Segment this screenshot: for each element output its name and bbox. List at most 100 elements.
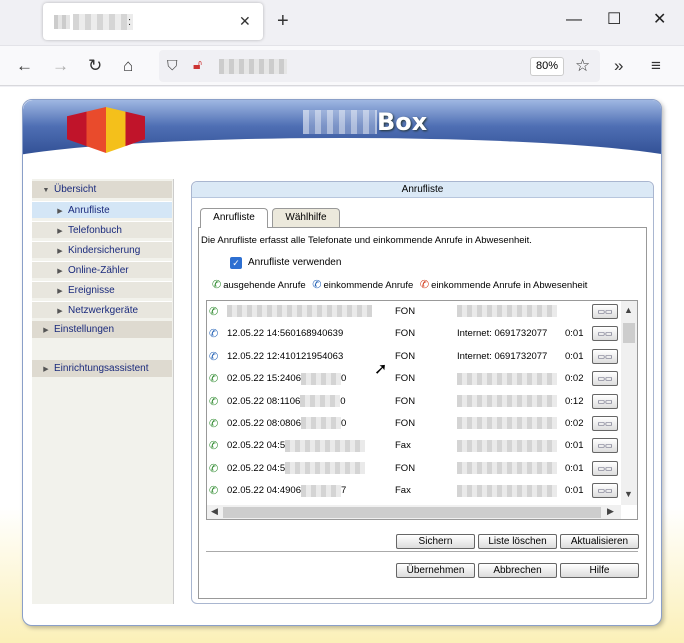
tab-favicon bbox=[54, 15, 70, 29]
scroll-thumb[interactable] bbox=[223, 507, 601, 518]
call-datetime: 02.05.22 04:4906 7 bbox=[227, 480, 346, 502]
call-device: Fax bbox=[395, 485, 411, 497]
close-tab-icon[interactable]: ✕ bbox=[239, 13, 251, 30]
outgoing-call-icon: ✆ bbox=[209, 306, 219, 318]
new-tab-icon[interactable]: + bbox=[277, 11, 289, 31]
phonebook-add-icon[interactable]: ▭▭ bbox=[592, 326, 618, 342]
phonebook-add-icon[interactable]: ▭▭ bbox=[592, 304, 618, 319]
apply-button[interactable]: Übernehmen bbox=[396, 563, 475, 578]
scroll-right-icon[interactable]: ▶ bbox=[607, 506, 614, 517]
call-list[interactable]: ✆ FON ▭▭ ✆ 12.05.22 14:560168940639 FON Intern… bbox=[206, 300, 638, 520]
redacted-extension bbox=[457, 462, 557, 475]
sidebar-item-kindersicherung[interactable]: ▶ Kindersicherung bbox=[32, 241, 172, 258]
call-extension: Internet: 0691732077 bbox=[457, 323, 547, 345]
scroll-up-icon[interactable]: ▲ bbox=[624, 305, 633, 315]
call-datetime-text: 12.05.22 12:41 bbox=[227, 350, 291, 362]
sidebar-item-anrufliste[interactable]: ▶ Anrufliste bbox=[32, 201, 172, 218]
overflow-icon[interactable]: » bbox=[614, 56, 623, 76]
sidebar-item-online-zaehler[interactable]: ▶ Online-Zähler bbox=[32, 261, 172, 278]
clear-list-button[interactable]: Liste löschen bbox=[478, 534, 557, 549]
sidebar-item-label: Kindersicherung bbox=[68, 245, 141, 256]
call-row[interactable]: ✆ 02.05.22 15:2406 0 FON 0:02 ▭▭ bbox=[207, 368, 620, 390]
call-duration: 0:01 bbox=[565, 485, 584, 497]
call-number-end: 0 bbox=[340, 418, 347, 429]
call-row[interactable]: ✆ 12.05.22 14:560168940639 FON Internet: 06… bbox=[207, 323, 620, 345]
scroll-down-icon[interactable]: ▼ bbox=[624, 489, 633, 499]
phonebook-add-icon[interactable]: ▭▭ bbox=[592, 393, 618, 409]
call-extension bbox=[457, 480, 557, 502]
call-row[interactable]: ✆ FON ▭▭ bbox=[207, 301, 620, 323]
sidebar-item-label: Telefonbuch bbox=[68, 225, 122, 236]
horizontal-scrollbar[interactable]: ◀ ▶ bbox=[207, 505, 621, 519]
sidebar-item-einstellungen[interactable]: ▶ Einstellungen bbox=[32, 321, 172, 338]
sidebar-item-label: Online-Zähler bbox=[68, 265, 129, 276]
outgoing-call-icon: ✆ bbox=[209, 418, 219, 430]
call-device: FON bbox=[395, 395, 416, 407]
redacted-extension bbox=[457, 305, 557, 318]
phonebook-add-icon[interactable]: ▭▭ bbox=[592, 460, 618, 476]
home-icon[interactable]: ⌂ bbox=[123, 56, 133, 76]
call-extension bbox=[457, 458, 557, 480]
redacted-extension bbox=[457, 372, 557, 385]
arrow-right-icon: ▶ bbox=[57, 208, 63, 215]
phonebook-add-icon[interactable]: ▭▭ bbox=[592, 371, 618, 387]
forward-icon[interactable]: → bbox=[52, 56, 69, 76]
browser-tab[interactable]: : ✕ bbox=[43, 3, 263, 40]
call-row[interactable]: ✆ 02.05.22 04:5 FON 0:01 ▭▭ bbox=[207, 458, 620, 480]
outgoing-call-icon: ✆ bbox=[209, 373, 219, 386]
brand-name-blurred bbox=[303, 110, 377, 134]
sidebar-item-ereignisse[interactable]: ▶ Ereignisse bbox=[32, 281, 172, 298]
help-button[interactable]: Hilfe bbox=[560, 563, 639, 578]
back-icon[interactable]: ← bbox=[16, 56, 33, 76]
call-row[interactable]: ✆ 02.05.22 04:4906 7 Fax 0:01 ▭▭ bbox=[207, 480, 620, 502]
call-list-panel: Anrufliste Anrufliste Wählhilfe Die Anru… bbox=[191, 181, 654, 604]
phonebook-add-icon[interactable]: ▭▭ bbox=[592, 438, 618, 454]
outgoing-call-icon: ✆ bbox=[212, 279, 222, 291]
redacted-extension bbox=[457, 417, 557, 430]
call-datetime-text: 02.05.22 08:11 bbox=[227, 395, 290, 407]
sidebar-item-uebersicht[interactable]: ▼ Übersicht bbox=[32, 181, 172, 198]
minimize-icon[interactable]: — bbox=[566, 10, 582, 30]
zoom-level[interactable]: 80% bbox=[530, 57, 564, 76]
call-row[interactable]: ✆ 02.05.22 08:0806 0 FON 0:02 ▭▭ bbox=[207, 413, 620, 435]
redacted-extension bbox=[457, 484, 557, 497]
outgoing-call-icon: ✆ bbox=[209, 485, 219, 498]
save-list-button[interactable]: Sichern bbox=[396, 534, 475, 549]
maximize-icon[interactable]: ☐ bbox=[607, 10, 621, 30]
sidebar-item-einrichtungsassistent[interactable]: ▶ Einrichtungsassistent bbox=[32, 360, 172, 377]
insecure-lock-icon[interactable]: 🔓︎ bbox=[193, 56, 202, 73]
scroll-thumb[interactable] bbox=[623, 323, 635, 343]
sidebar-item-label: Einrichtungsassistent bbox=[54, 363, 149, 374]
tab-anrufliste[interactable]: Anrufliste bbox=[200, 208, 268, 228]
redacted-number bbox=[300, 372, 341, 385]
collapsed-arrow-icon: ▶ bbox=[43, 366, 49, 373]
phonebook-add-icon[interactable]: ▭▭ bbox=[592, 416, 618, 431]
call-row[interactable]: ✆ 02.05.22 08:1106 0 FON 0:12 ▭▭ bbox=[207, 391, 620, 413]
menu-icon[interactable]: ≡ bbox=[651, 56, 661, 76]
call-number: 06 bbox=[290, 373, 301, 385]
tab-waehlhilfe[interactable]: Wählhilfe bbox=[272, 208, 340, 227]
refresh-button[interactable]: Aktualisieren bbox=[560, 534, 639, 549]
call-device: FON bbox=[395, 350, 416, 362]
call-row[interactable]: ✆ 12.05.22 12:410121954063 FON Internet: 06… bbox=[207, 346, 620, 368]
call-duration: 0:01 bbox=[565, 440, 584, 452]
bookmark-star-icon[interactable]: ☆ bbox=[575, 56, 590, 76]
scroll-left-icon[interactable]: ◀ bbox=[211, 506, 218, 517]
mouse-cursor-icon: ➚ bbox=[374, 361, 388, 378]
outgoing-call-icon: ✆ bbox=[209, 462, 219, 475]
vertical-scrollbar[interactable]: ▲ ▼ bbox=[621, 301, 637, 505]
address-bar[interactable]: ⛉ 🔓︎ 80% bbox=[159, 50, 600, 82]
cancel-button[interactable]: Abbrechen bbox=[478, 563, 557, 578]
call-number: 0168940639 bbox=[290, 328, 344, 340]
browser-tab-bar: : ✕ + — ☐ ✕ bbox=[0, 0, 684, 46]
call-extension bbox=[457, 435, 557, 457]
window-close-icon[interactable]: ✕ bbox=[653, 10, 666, 30]
shield-icon[interactable]: ⛉ bbox=[167, 57, 178, 74]
phonebook-add-icon[interactable]: ▭▭ bbox=[592, 348, 618, 364]
phonebook-add-icon[interactable]: ▭▭ bbox=[592, 483, 618, 499]
sidebar-item-netzwerkgeraete[interactable]: ▶ Netzwerkgeräte bbox=[32, 301, 172, 318]
use-call-list-checkbox[interactable]: ✓ bbox=[230, 257, 242, 269]
reload-icon[interactable]: ↻ bbox=[88, 56, 102, 76]
sidebar-item-telefonbuch[interactable]: ▶ Telefonbuch bbox=[32, 221, 172, 238]
call-row[interactable]: ✆ 02.05.22 04:5 Fax 0:01 ▭▭ bbox=[207, 435, 620, 457]
